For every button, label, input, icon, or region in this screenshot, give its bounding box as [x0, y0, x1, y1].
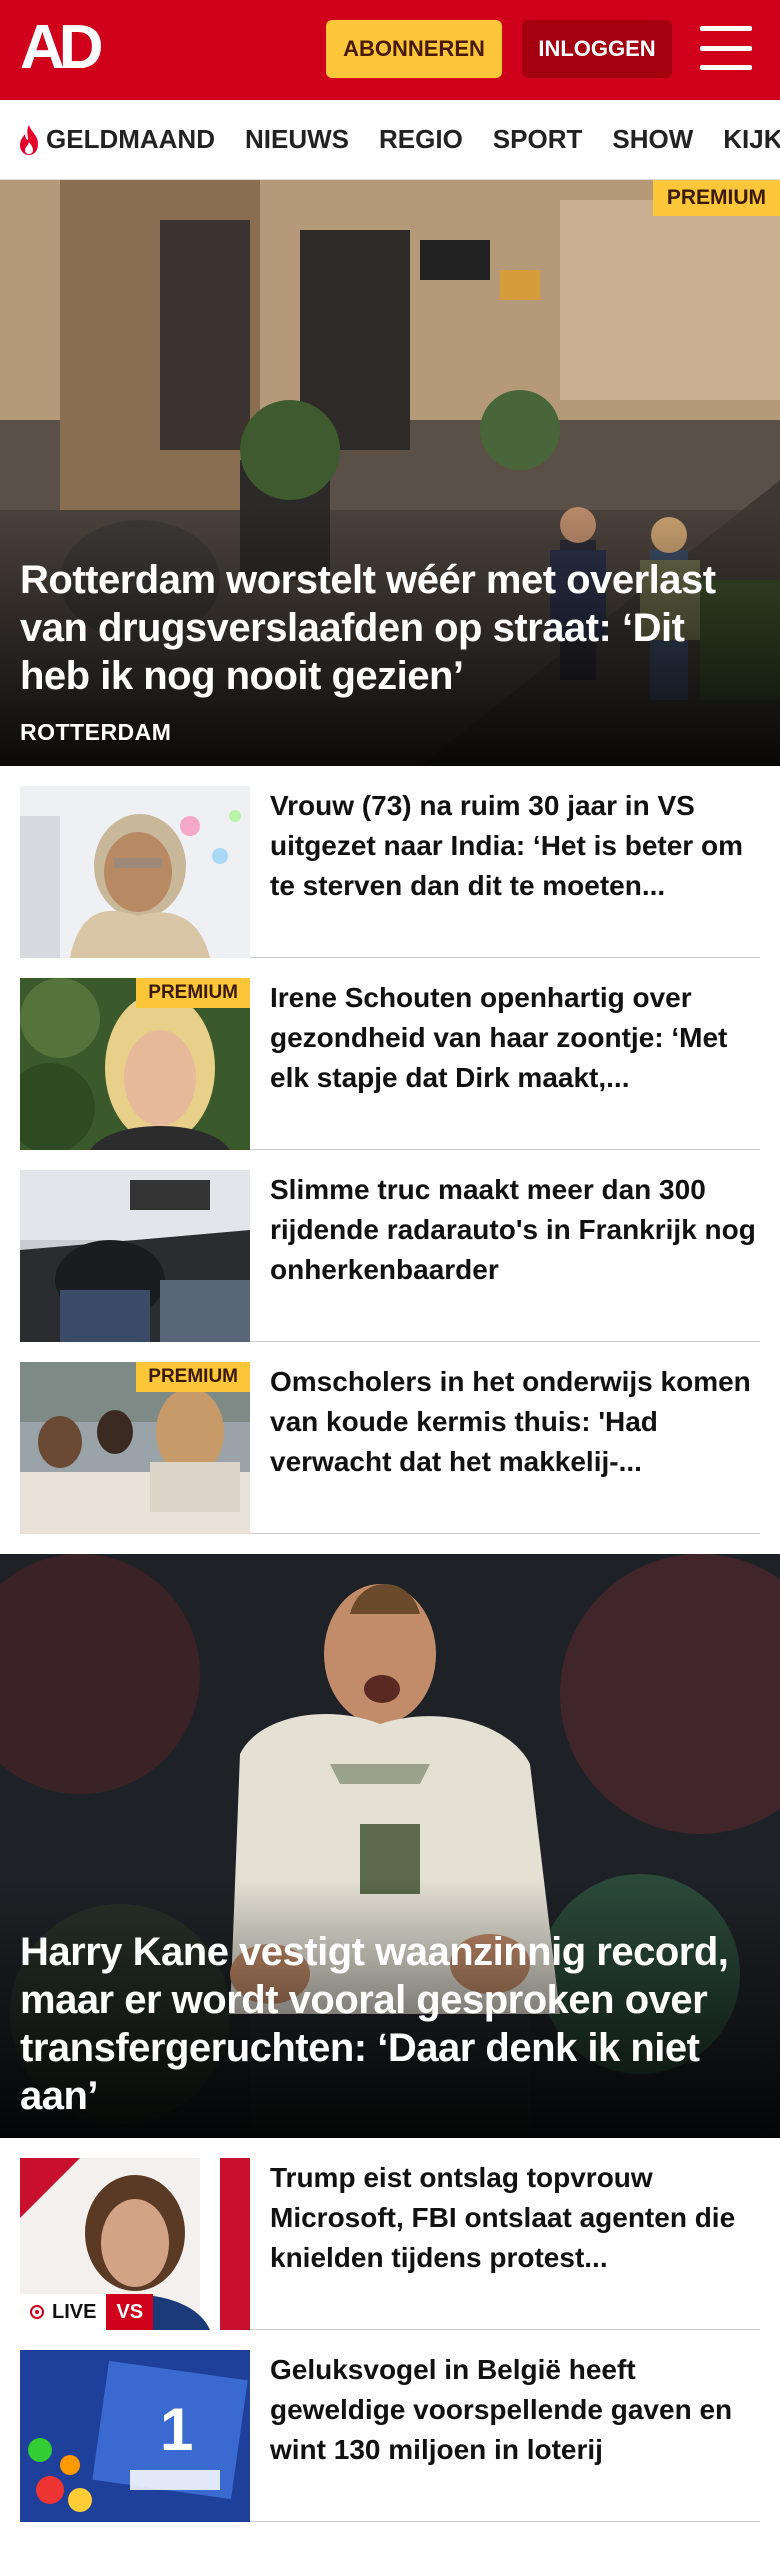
list-item[interactable]: 1 Geluksvogel in België heeft geweldige …	[20, 2330, 760, 2522]
article-headline[interactable]: Geluksvogel in België heeft geweldige vo…	[270, 2350, 760, 2501]
svg-text:1: 1	[160, 2396, 193, 2463]
site-header: AD ABONNEREN INLOGGEN	[0, 0, 780, 100]
ad-logo[interactable]: AD	[20, 17, 104, 79]
nav-label: GELDMAAND	[46, 124, 215, 154]
hero-article-sport[interactable]: Harry Kane vestigt waanzinnig record, ma…	[0, 1554, 780, 2138]
section-nav: GELDMAAND NIEUWS REGIO SPORT SHOW KIJK	[0, 100, 780, 180]
article-headline[interactable]: Irene Schouten openhartig over gezondhei…	[270, 978, 760, 1129]
article-list: LIVE VS Trump eist ontslag topvrouw Micr…	[0, 2138, 780, 2522]
article-thumbnail: 1	[20, 2350, 250, 2522]
nav-item-regio[interactable]: REGIO	[379, 124, 463, 155]
nav-item-show[interactable]: SHOW	[612, 124, 693, 155]
list-item[interactable]: Vrouw (73) na ruim 30 jaar in VS uitgeze…	[20, 766, 760, 958]
hero-headline[interactable]: Harry Kane vestigt waanzinnig record, ma…	[20, 1928, 762, 2120]
hero-category[interactable]: ROTTERDAM	[20, 719, 171, 746]
premium-badge: PREMIUM	[136, 1362, 250, 1392]
article-headline[interactable]: Omscholers in het onderwijs komen van ko…	[270, 1362, 760, 1513]
article-thumbnail	[20, 786, 250, 958]
nav-item-geldmaand[interactable]: GELDMAAND	[16, 124, 215, 156]
live-label: LIVE	[52, 2300, 97, 2323]
nav-item-sport[interactable]: SPORT	[493, 124, 583, 155]
topic-label: VS	[106, 2294, 154, 2330]
live-badge: LIVE VS	[20, 2294, 154, 2330]
article-headline[interactable]: Slimme truc maakt meer dan 300 rijdende …	[270, 1170, 760, 1321]
nav-item-kijk[interactable]: KIJK	[723, 124, 780, 155]
article-thumbnail: PREMIUM	[20, 978, 250, 1150]
list-item[interactable]: LIVE VS Trump eist ontslag topvrouw Micr…	[20, 2138, 760, 2330]
hero-headline[interactable]: Rotterdam worstelt wéér met overlast van…	[20, 556, 756, 700]
nav-item-nieuws[interactable]: NIEUWS	[245, 124, 349, 155]
flame-icon	[20, 124, 38, 155]
article-thumbnail: LIVE VS	[20, 2158, 250, 2330]
article-headline[interactable]: Trump eist ontslag topvrouw Microsoft, F…	[270, 2158, 760, 2309]
live-dot-icon	[30, 2305, 44, 2319]
list-item[interactable]: Slimme truc maakt meer dan 300 rijdende …	[20, 1150, 760, 1342]
menu-icon[interactable]	[700, 26, 752, 70]
article-list: Vrouw (73) na ruim 30 jaar in VS uitgeze…	[0, 766, 780, 1534]
premium-badge: PREMIUM	[136, 978, 250, 1008]
login-button[interactable]: INLOGGEN	[522, 20, 672, 78]
article-thumbnail	[20, 1170, 250, 1342]
article-headline[interactable]: Vrouw (73) na ruim 30 jaar in VS uitgeze…	[270, 786, 760, 937]
list-item[interactable]: PREMIUM Irene Schouten openhartig over g…	[20, 958, 760, 1150]
hero-article[interactable]: PREMIUM Rotterdam worstelt wéér met over…	[0, 180, 780, 766]
article-thumbnail: PREMIUM	[20, 1362, 250, 1534]
list-item[interactable]: PREMIUM Omscholers in het onderwijs kome…	[20, 1342, 760, 1534]
premium-badge: PREMIUM	[652, 180, 780, 216]
subscribe-button[interactable]: ABONNEREN	[326, 20, 502, 78]
